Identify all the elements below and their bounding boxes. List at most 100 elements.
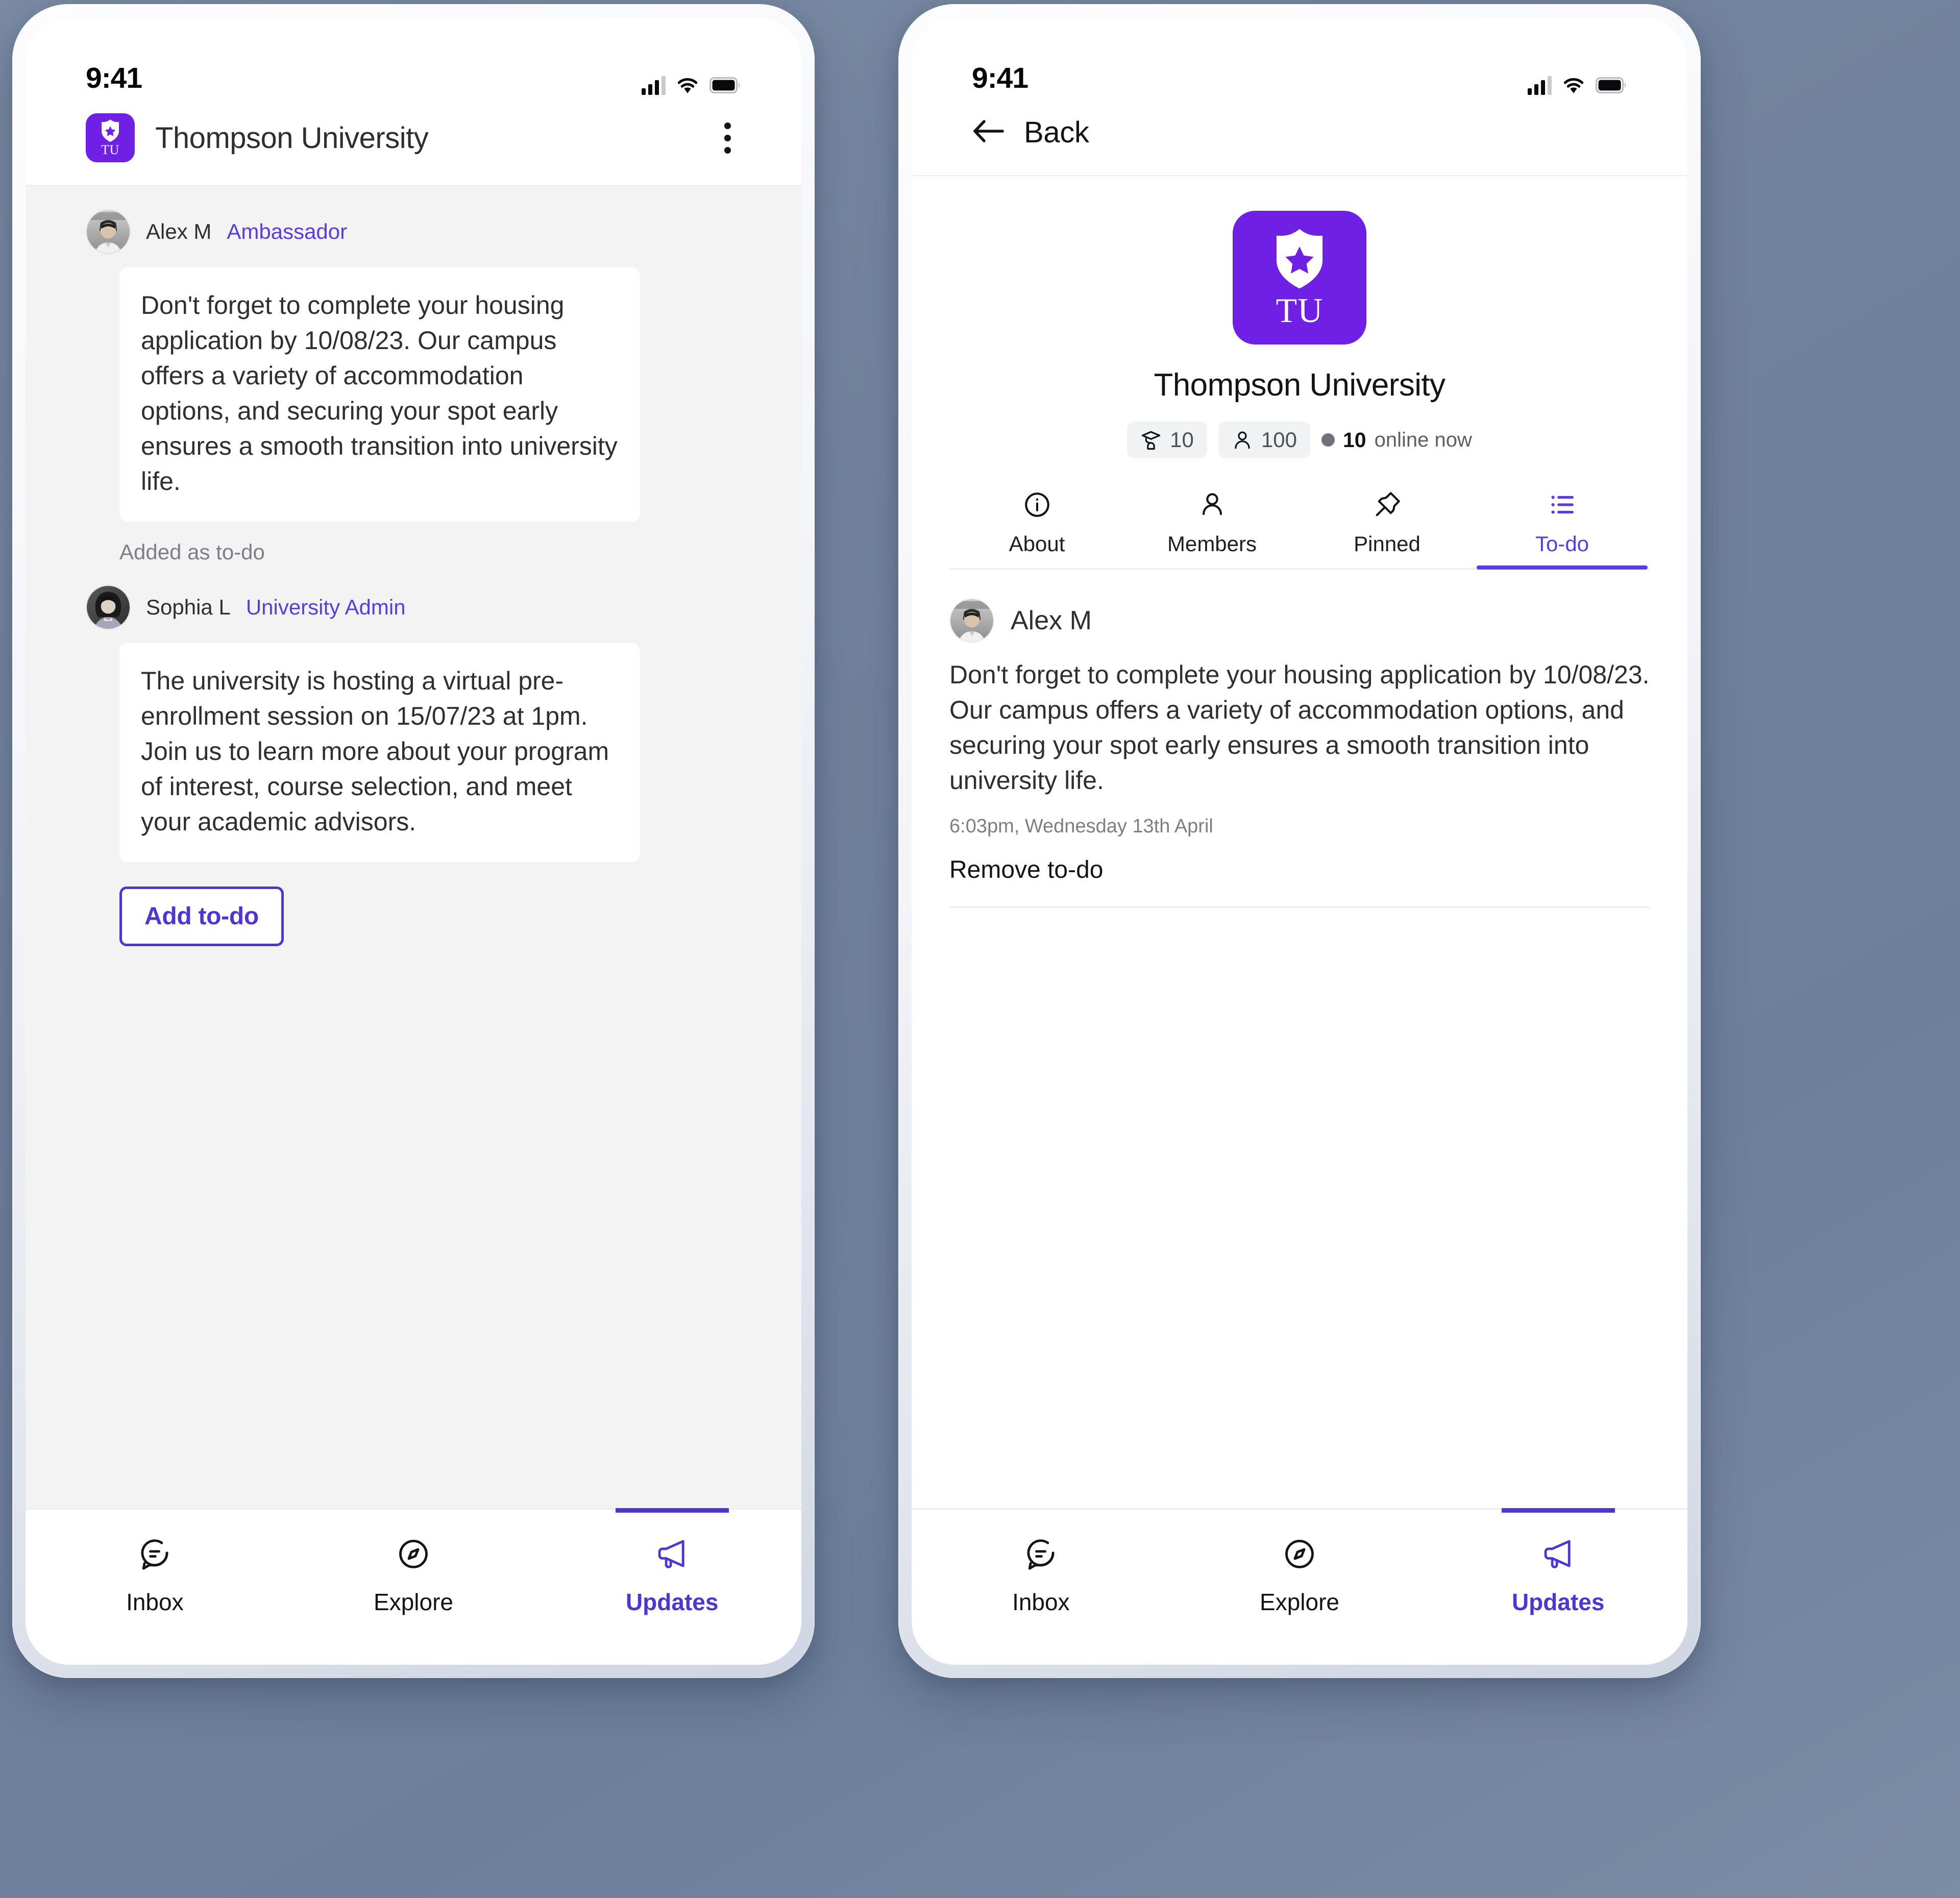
status-bar: 9:41 — [912, 17, 1687, 104]
message-bubble: The university is hosting a virtual pre-… — [119, 643, 640, 862]
tab-todo[interactable]: To-do — [1475, 489, 1650, 570]
avatar-alex-m — [950, 599, 993, 642]
phone-screen-left: 9:41 TU Thompson University Alex M Ambas… — [26, 17, 801, 1665]
message-header: Sophia L University Admin — [86, 585, 741, 630]
message-author: Sophia L — [146, 595, 231, 619]
bottom-navigation: Inbox Explore Updates — [26, 1508, 801, 1665]
online-dot-icon — [1321, 433, 1335, 447]
status-time: 9:41 — [86, 62, 142, 94]
logo-initials: TU — [101, 142, 119, 157]
megaphone-icon — [655, 1535, 690, 1573]
profile-panel: TU Thompson University 10 100 10 online … — [912, 176, 1687, 1508]
battery-icon — [709, 77, 741, 93]
nav-item-updates[interactable]: Updates — [1429, 1510, 1687, 1616]
avatar-alex-m — [87, 210, 130, 253]
message-status-note: Added as to-do — [119, 540, 265, 564]
nav-item-inbox[interactable]: Inbox — [912, 1510, 1170, 1616]
cellular-signal-icon — [642, 76, 666, 95]
tab-label: Pinned — [1354, 532, 1420, 556]
tab-pinned[interactable]: Pinned — [1300, 489, 1475, 570]
stat-members: 100 — [1218, 422, 1310, 458]
stat-value: 100 — [1261, 428, 1297, 452]
tab-members[interactable]: Members — [1124, 489, 1300, 570]
updates-feed: Alex M Ambassador Don't forget to comple… — [26, 186, 801, 1508]
phone-device-right: 9:41 Back TU Thompson University 10 100 … — [898, 4, 1701, 1678]
tab-label: Members — [1167, 532, 1257, 556]
compass-icon — [1282, 1535, 1317, 1573]
online-count: 10 — [1342, 428, 1366, 452]
megaphone-icon — [1541, 1535, 1576, 1573]
battery-icon — [1596, 77, 1627, 93]
university-logo-large: TU — [1233, 211, 1366, 344]
phone-device-left: 9:41 TU Thompson University Alex M Ambas… — [12, 4, 815, 1678]
message-role-badge: University Admin — [246, 595, 406, 619]
remove-todo-button[interactable]: Remove to-do — [949, 856, 1650, 906]
back-label: Back — [1024, 116, 1089, 149]
compass-icon — [396, 1535, 431, 1573]
message-header: Alex M Ambassador — [86, 209, 741, 254]
kebab-menu-icon[interactable] — [714, 116, 741, 160]
wifi-icon — [676, 76, 699, 94]
profile-name: Thompson University — [1154, 367, 1446, 403]
bottom-navigation: Inbox Explore Updates — [912, 1508, 1687, 1665]
nav-item-explore[interactable]: Explore — [1170, 1510, 1429, 1616]
nav-label: Updates — [1511, 1589, 1605, 1615]
nav-label: Updates — [625, 1589, 719, 1615]
nav-label: Inbox — [1012, 1589, 1070, 1615]
graduation-cap-icon — [1140, 429, 1162, 451]
online-status: 10 online now — [1321, 428, 1472, 452]
profile-hero: TU Thompson University 10 100 10 online … — [912, 176, 1687, 458]
profile-stats: 10 100 10 online now — [1127, 422, 1472, 458]
todo-text: Don't forget to complete your housing ap… — [949, 660, 1650, 795]
screenshot-stage: 9:41 TU Thompson University Alex M Ambas… — [0, 0, 1960, 1898]
person-icon — [1197, 489, 1227, 521]
tab-label: About — [1009, 532, 1065, 556]
avatar-sophia-l — [87, 586, 130, 629]
todo-list-item: Alex M Don't forget to complete your hou… — [912, 570, 1687, 906]
status-icons — [642, 76, 741, 95]
message-bubble: Don't forget to complete your housing ap… — [119, 267, 640, 522]
channel-header: TU Thompson University — [26, 104, 801, 186]
tab-label: To-do — [1535, 532, 1589, 556]
profile-tabs: About Members Pinned To-do — [912, 489, 1687, 570]
phone-screen-right: 9:41 Back TU Thompson University 10 100 … — [912, 17, 1687, 1665]
page-title: Thompson University — [155, 121, 429, 155]
message-item: Alex M Ambassador Don't forget to comple… — [26, 209, 801, 564]
chat-bubble-icon — [1023, 1535, 1058, 1573]
person-icon — [1232, 429, 1253, 451]
university-logo-small: TU — [86, 113, 135, 162]
message-role-badge: Ambassador — [227, 219, 348, 243]
todo-header: Alex M — [949, 598, 1650, 643]
back-header[interactable]: Back — [912, 104, 1687, 176]
message-author: Alex M — [146, 219, 212, 243]
nav-label: Explore — [374, 1589, 453, 1615]
wifi-icon — [1562, 76, 1585, 94]
tab-about[interactable]: About — [949, 489, 1124, 570]
status-time: 9:41 — [972, 62, 1028, 94]
add-todo-button[interactable]: Add to-do — [119, 886, 284, 946]
todo-timestamp: 6:03pm, Wednesday 13th April — [949, 816, 1213, 837]
online-suffix: online now — [1374, 428, 1472, 451]
list-icon — [1548, 489, 1577, 521]
pin-icon — [1373, 489, 1402, 521]
nav-item-inbox[interactable]: Inbox — [26, 1510, 284, 1616]
shield-star-icon — [1276, 229, 1323, 289]
status-bar: 9:41 — [26, 17, 801, 104]
cellular-signal-icon — [1528, 76, 1552, 95]
nav-item-updates[interactable]: Updates — [543, 1510, 801, 1616]
nav-label: Explore — [1260, 1589, 1339, 1615]
chat-bubble-icon — [137, 1535, 172, 1573]
avatar — [86, 209, 131, 254]
avatar — [949, 598, 994, 643]
nav-label: Inbox — [126, 1589, 184, 1615]
todo-author: Alex M — [1011, 606, 1092, 635]
shield-star-icon — [102, 119, 119, 142]
stat-value: 10 — [1170, 428, 1194, 452]
avatar — [86, 585, 131, 630]
info-circle-icon — [1022, 489, 1052, 521]
arrow-left-icon — [972, 118, 1004, 146]
nav-item-explore[interactable]: Explore — [284, 1510, 543, 1616]
status-icons — [1528, 76, 1627, 95]
logo-initials: TU — [1276, 291, 1324, 330]
stat-ambassadors: 10 — [1127, 422, 1207, 458]
